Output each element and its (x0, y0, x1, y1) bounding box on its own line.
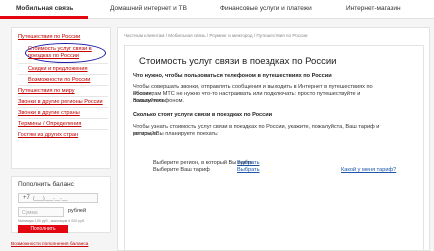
sidebar-item-other-regions[interactable]: Звонки в другие регионы России (18, 99, 103, 105)
tariff-select-label: Выберите Ваш тариф (153, 167, 210, 173)
page-title: Стоимость услуг связи в поездках по Росс… (139, 56, 337, 67)
sum-input[interactable]: Сумма (18, 207, 64, 217)
top-navigation: Мобильная связь Домашний интернет и ТВ Ф… (0, 0, 434, 19)
sidebar-divider (18, 63, 108, 64)
top-up-button[interactable]: Пополнить (18, 225, 68, 233)
tab-finance[interactable]: Финансовые услуги и платежи (220, 5, 312, 12)
tariff-select-link[interactable]: Выбрать (237, 167, 260, 173)
sidebar-menu: Путешествия по России Стоимость услуг св… (11, 27, 111, 169)
which-tariff-link[interactable]: Какой у меня тариф? (341, 167, 396, 173)
top-up-button-label: Пополнить (30, 226, 56, 232)
sidebar-divider (18, 107, 108, 108)
sidebar-item-terms[interactable]: Термины / Определения (18, 121, 81, 127)
sidebar-item-russia-travel[interactable]: Путешествия по России (18, 34, 80, 40)
sidebar-item-world-travel[interactable]: Путешествия по миру (18, 88, 75, 94)
paragraph-line: Вашим телефоном. (133, 98, 184, 104)
paragraph-line: который Вы планируете поехать: (133, 131, 219, 137)
sidebar-item-other-countries[interactable]: Звонки в другие страны (18, 110, 80, 116)
sidebar-divider (18, 129, 108, 130)
sidebar-divider (18, 74, 108, 75)
sidebar-divider (18, 96, 108, 97)
content-panel: Стоимость услуг связи в поездках по Росс… (124, 45, 424, 251)
sidebar-item-possibilities[interactable]: Возможности по России (28, 77, 90, 83)
breadcrumb: Частным клиентам / Мобильная связь / Роу… (124, 33, 308, 38)
tab-shop[interactable]: Интернет-магазин (346, 5, 401, 12)
amount-limits-note: Минимум 100 руб., максимум 6 000 руб. (18, 219, 86, 223)
phone-prefix: +7 (23, 195, 30, 201)
sidebar-item-guests[interactable]: Гостям из других стран (18, 132, 78, 138)
sum-placeholder: Сумма (22, 210, 38, 216)
balance-title: Пополнить баланс (18, 181, 74, 188)
tab-home-internet-tv[interactable]: Домашний интернет и ТВ (110, 5, 187, 12)
tab-mobile[interactable]: Мобильная связь (16, 5, 73, 12)
active-tab-indicator (0, 16, 88, 19)
sidebar-item-discounts[interactable]: Скидки и предложения (28, 66, 88, 72)
phone-input[interactable]: +7 (___)___-__-__ (18, 193, 98, 203)
sidebar-divider (18, 118, 108, 119)
currency-label: рублей (68, 208, 87, 214)
top-up-options-link[interactable]: Возможности пополнения баланса (11, 242, 88, 247)
sidebar-item-cost-line2[interactable]: поездках по России (28, 53, 79, 59)
section-heading-usage: Что нужно, чтобы пользоваться телефоном … (133, 73, 332, 79)
main-content: Частным клиентам / Мобильная связь / Роу… (117, 27, 430, 251)
sidebar-divider (18, 85, 108, 86)
region-select-link[interactable]: Выбрать (237, 160, 260, 166)
section-heading-cost: Сколько стоят услуги связи в поездках по… (133, 112, 273, 118)
sidebar-item-cost-line1[interactable]: Стоимость услуг связи в (28, 46, 92, 52)
top-up-balance-widget: Пополнить баланс +7 (___)___-__-__ Сумма… (11, 176, 111, 233)
phone-mask: (___)___-__-__ (33, 196, 68, 202)
